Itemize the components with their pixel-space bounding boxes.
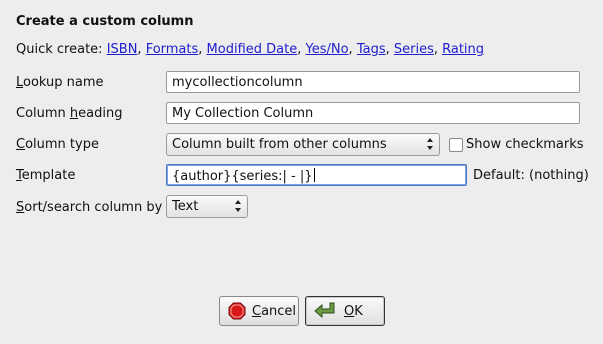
stop-icon	[228, 302, 246, 320]
column-type-label: Column type	[16, 137, 99, 152]
template-label: Template	[16, 168, 76, 183]
cancel-button[interactable]: Cancel	[219, 296, 299, 326]
sort-search-select[interactable]: Text	[166, 195, 248, 218]
quick-create-isbn-link[interactable]: ISBN	[107, 42, 138, 57]
column-heading-input[interactable]: My Collection Column	[166, 102, 580, 124]
ok-button[interactable]: OK	[305, 296, 385, 326]
quick-create-row: Quick create: ISBN, Formats, Modified Da…	[16, 42, 485, 57]
lookup-name-label: Lookup name	[16, 75, 104, 90]
up-down-arrows-icon	[235, 200, 241, 212]
sort-search-label: Sort/search column by	[16, 200, 163, 215]
sort-search-value: Text	[172, 199, 199, 214]
create-custom-column-dialog: Create a custom column Quick create: ISB…	[0, 0, 603, 344]
column-type-select[interactable]: Column built from other columns	[166, 133, 440, 156]
show-checkmarks-label: Show checkmarks	[466, 137, 584, 152]
quick-create-series-link[interactable]: Series	[394, 42, 434, 57]
quick-create-yes-no-link[interactable]: Yes/No	[306, 42, 349, 57]
up-down-arrows-icon	[427, 138, 433, 150]
template-input[interactable]: {author}{series:| - |}	[166, 164, 467, 186]
lookup-name-input[interactable]: mycollectioncolumn	[166, 71, 580, 93]
ok-arrow-icon	[314, 301, 338, 321]
text-cursor	[313, 168, 315, 182]
quick-create-label: Quick create:	[16, 42, 103, 57]
template-default-label: Default: (nothing)	[473, 168, 589, 183]
quick-create-modified-date-link[interactable]: Modified Date	[207, 42, 298, 57]
dialog-heading: Create a custom column	[16, 14, 194, 29]
quick-create-tags-link[interactable]: Tags	[357, 42, 386, 57]
column-type-value: Column built from other columns	[172, 137, 387, 152]
column-heading-label: Column heading	[16, 106, 123, 121]
quick-create-rating-link[interactable]: Rating	[442, 42, 484, 57]
cancel-button-label: Cancel	[252, 303, 297, 319]
show-checkmarks-checkbox[interactable]	[449, 138, 463, 152]
template-value: {author}{series:| - |}	[172, 169, 313, 184]
quick-create-formats-link[interactable]: Formats	[146, 42, 199, 57]
ok-button-label: OK	[344, 303, 363, 319]
